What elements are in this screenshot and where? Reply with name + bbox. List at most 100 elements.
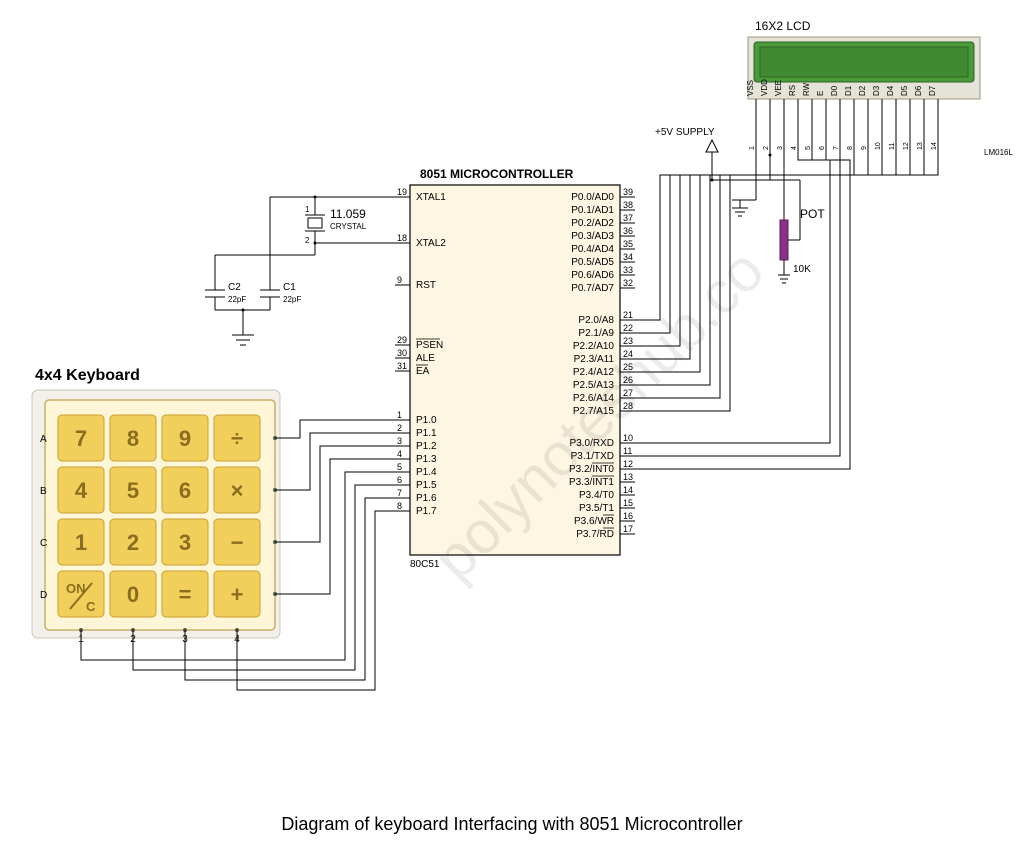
svg-text:8051 MICROCONTROLLER: 8051 MICROCONTROLLER [420, 167, 574, 181]
svg-text:D: D [40, 590, 47, 601]
lcd-pin-num: 9 [861, 146, 868, 150]
svg-text:15: 15 [623, 498, 633, 508]
lcd-pin-label: VDD [760, 79, 769, 96]
svg-text:13: 13 [623, 472, 633, 482]
mcu-pin-right: P3.0/RXD [570, 438, 614, 449]
svg-text:33: 33 [623, 265, 633, 275]
lcd-pin-num: 4 [791, 146, 798, 150]
pot-component: POT 10K [770, 155, 825, 283]
svg-text:+5V SUPPLY: +5V SUPPLY [655, 127, 715, 138]
svg-text:×: × [231, 478, 244, 503]
lcd-pin-label: VSS [746, 80, 755, 96]
svg-text:25: 25 [623, 362, 633, 372]
mcu-pin-right: P0.0/AD0 [571, 192, 614, 203]
svg-text:6: 6 [179, 478, 191, 503]
lcd-pin-label: D3 [872, 85, 881, 96]
svg-text:38: 38 [623, 200, 633, 210]
p2-to-lcd-wires [635, 155, 938, 411]
lcd-pin-num: 8 [847, 146, 854, 150]
mcu-pin-right: P3.7/RD [576, 529, 614, 540]
mcu-pin-right: P0.3/AD3 [571, 231, 614, 242]
svg-text:10: 10 [623, 433, 633, 443]
svg-text:8: 8 [127, 426, 139, 451]
svg-text:22: 22 [623, 323, 633, 333]
mcu-pin-right: P3.2/INT0 [569, 464, 614, 475]
lcd-title: 16X2 LCD [755, 19, 811, 33]
mcu-pin-right: P3.1/TXD [571, 451, 614, 462]
mcu-pin-left: P1.5 [416, 480, 437, 491]
lcd-pin-num: 2 [763, 146, 770, 150]
lcd-pin-num: 12 [903, 142, 910, 150]
svg-text:3: 3 [397, 436, 402, 446]
lcd-pin-num: 13 [917, 142, 924, 150]
svg-text:4: 4 [397, 449, 402, 459]
svg-text:3: 3 [179, 530, 191, 555]
lcd-pin-num: 14 [931, 142, 938, 150]
svg-text:80C51: 80C51 [410, 559, 440, 570]
mcu-pin-left: P1.2 [416, 441, 437, 452]
svg-text:5: 5 [127, 478, 139, 503]
mcu-pin-left: P1.0 [416, 415, 437, 426]
lcd-pin-num: 3 [777, 146, 784, 150]
svg-text:6: 6 [397, 475, 402, 485]
mcu-pin-right: P3.6/WR [574, 516, 614, 527]
svg-text:POT: POT [800, 207, 825, 221]
mcu-pin-right: P0.2/AD2 [571, 218, 614, 229]
svg-text:C1: C1 [283, 282, 296, 293]
mcu-pin-right: P0.1/AD1 [571, 205, 614, 216]
lcd-pin-num: 11 [889, 143, 896, 150]
svg-text:18: 18 [397, 233, 407, 243]
svg-text:A: A [40, 434, 47, 445]
lcd-pin-label: RS [788, 85, 797, 96]
mcu-pin-right: P2.3/A11 [574, 354, 615, 365]
lcd-pin-label: VEE [774, 80, 783, 96]
mcu-pin-left: ALE [416, 353, 435, 364]
mcu-pin-right: P2.1/A9 [578, 328, 614, 339]
mcu-pin-right: P2.6/A14 [573, 393, 615, 404]
svg-text:35: 35 [623, 239, 633, 249]
svg-text:2: 2 [305, 236, 310, 245]
svg-text:1: 1 [397, 410, 402, 420]
lcd-pin-num: 10 [875, 142, 882, 150]
svg-text:34: 34 [623, 252, 633, 262]
svg-text:24: 24 [623, 349, 633, 359]
mcu-pin-right: P2.7/A15 [573, 406, 615, 417]
svg-text:0: 0 [127, 582, 139, 607]
mcu-pin-right: P0.5/AD5 [571, 257, 614, 268]
svg-text:30: 30 [397, 348, 407, 358]
lcd-pin-label: D6 [914, 85, 923, 96]
svg-text:1: 1 [75, 530, 87, 555]
diagram-caption: Diagram of keyboard Interfacing with 805… [281, 814, 742, 834]
mcu-pin-left: P1.1 [416, 428, 437, 439]
mcu-pin-right: P2.4/A12 [573, 367, 615, 378]
svg-text:29: 29 [397, 335, 407, 345]
mcu-pin-right: P2.2/A10 [573, 341, 615, 352]
lcd-pin-label: D5 [900, 85, 909, 96]
lcd-pin-num: 6 [819, 146, 826, 150]
svg-text:7: 7 [397, 488, 402, 498]
lcd-pin-num: 5 [805, 146, 812, 150]
svg-text:+: + [231, 582, 244, 607]
lcd-ground [732, 155, 756, 216]
svg-text:C: C [40, 538, 47, 549]
svg-text:8: 8 [397, 501, 402, 511]
svg-text:7: 7 [75, 426, 87, 451]
mcu-pin-left: XTAL1 [416, 192, 446, 203]
svg-text:27: 27 [623, 388, 633, 398]
mcu-8051: 8051 MICROCONTROLLER 80C51 19XTAL118XTAL… [395, 167, 635, 570]
mcu-pin-right: P0.7/AD7 [571, 283, 614, 294]
lcd-pin-label: D2 [858, 85, 867, 96]
mcu-pin-left: P1.6 [416, 493, 437, 504]
mcu-pin-right: P3.5/T1 [579, 503, 614, 514]
lcd-part: LM016L [984, 148, 1013, 157]
mcu-pin-left: XTAL2 [416, 238, 446, 249]
lcd-pin-label: D0 [830, 85, 839, 96]
mcu-pin-left: EA [416, 366, 430, 377]
svg-text:22pF: 22pF [283, 295, 301, 304]
svg-text:17: 17 [623, 524, 633, 534]
svg-text:=: = [179, 582, 192, 607]
lcd-pin-label: RW [802, 82, 811, 96]
svg-text:11: 11 [623, 446, 632, 456]
svg-text:32: 32 [623, 278, 633, 288]
svg-text:10K: 10K [793, 264, 811, 275]
